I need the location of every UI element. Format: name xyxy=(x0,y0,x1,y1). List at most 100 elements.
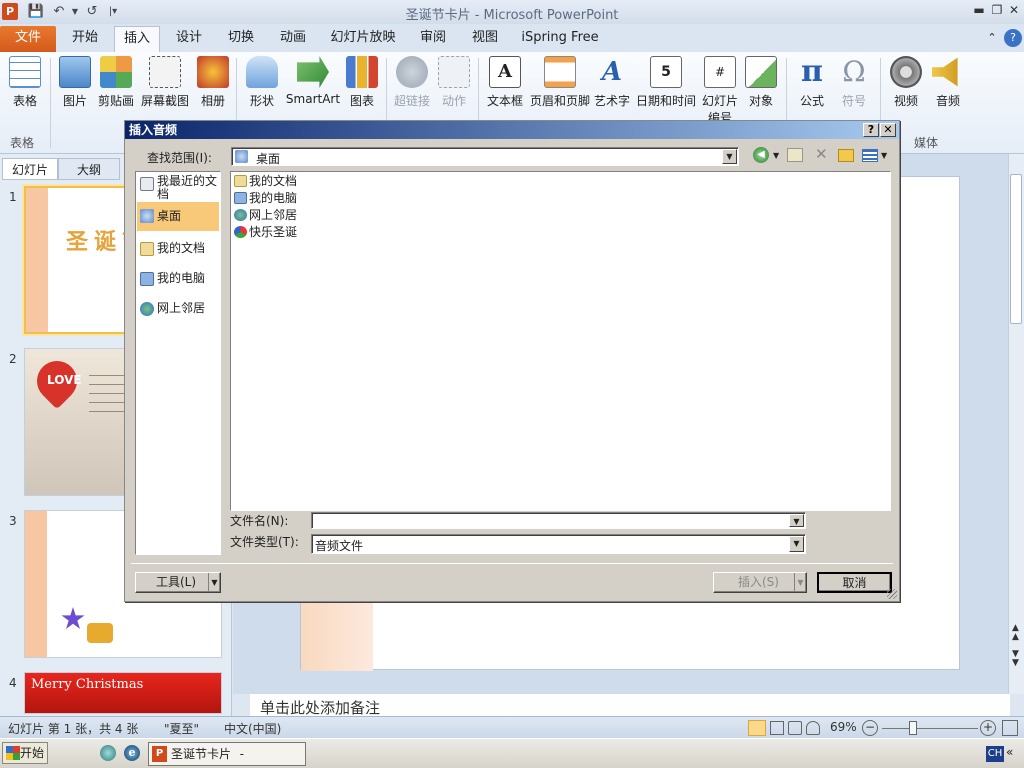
slide-number-button[interactable]: # 幻灯片编号 xyxy=(700,56,740,120)
dialog-title-bar: 插入音频 xyxy=(125,121,899,139)
chevron-down-icon[interactable]: ▼ xyxy=(789,514,804,527)
picture-button[interactable]: 图片 xyxy=(56,56,94,109)
ie-icon[interactable]: e xyxy=(124,745,140,761)
screenshot-button[interactable]: 屏幕截图 xyxy=(138,56,192,109)
zoom-in-icon[interactable]: + xyxy=(980,720,996,736)
language-indicator[interactable]: 中文(中国) xyxy=(224,720,281,737)
dialog-close-icon[interactable]: ✕ xyxy=(880,123,896,137)
views-icon[interactable] xyxy=(862,149,878,162)
place-my-documents[interactable]: 我的文档 xyxy=(137,240,219,256)
slide-thumbnail-4[interactable]: Merry Christmas xyxy=(24,672,222,714)
video-button[interactable]: 视频 xyxy=(886,56,926,109)
tray-expand-icon[interactable]: « xyxy=(1006,745,1013,759)
new-folder-icon[interactable] xyxy=(838,149,854,162)
minimize-icon[interactable]: ▬ xyxy=(970,2,988,18)
filename-input[interactable]: ▼ xyxy=(311,512,806,529)
tab-slideshow[interactable]: 幻灯片放映 xyxy=(322,26,404,52)
help-icon[interactable]: ? xyxy=(1004,29,1022,47)
table-button[interactable]: 表格 xyxy=(4,56,46,109)
place-recent[interactable]: 我最近的文档 xyxy=(137,175,219,201)
restore-icon[interactable]: ❐ xyxy=(988,2,1006,18)
smartart-button[interactable]: SmartArt xyxy=(284,56,342,106)
wordart-button[interactable]: A 艺术字 xyxy=(592,56,632,109)
network-icon xyxy=(234,209,247,221)
desktop-icon xyxy=(235,150,248,163)
resize-grip-icon[interactable] xyxy=(887,589,897,599)
tab-animations[interactable]: 动画 xyxy=(270,26,316,52)
header-footer-button[interactable]: 页眉和页脚 xyxy=(528,56,592,109)
collapse-ribbon-icon[interactable]: ⌃ xyxy=(984,26,1000,52)
reading-view-icon[interactable] xyxy=(788,721,802,735)
tab-file[interactable]: 文件 xyxy=(0,26,56,52)
place-my-computer[interactable]: 我的电脑 xyxy=(137,270,219,286)
photo-album-button[interactable]: 相册 xyxy=(194,56,232,109)
zoom-slider-thumb[interactable] xyxy=(909,721,918,735)
hyperlink-button[interactable]: 超链接 xyxy=(390,56,434,109)
tab-outline[interactable]: 大纲 xyxy=(58,158,120,180)
slideshow-icon[interactable] xyxy=(806,721,820,735)
fit-to-window-icon[interactable] xyxy=(1002,720,1018,736)
place-network[interactable]: 网上邻居 xyxy=(137,300,219,316)
lookin-combo[interactable]: 桌面 ▼ xyxy=(231,147,739,166)
tab-slides[interactable]: 幻灯片 xyxy=(2,158,58,180)
chevron-down-icon[interactable]: ▼ xyxy=(789,536,804,552)
equation-button[interactable]: π 公式 xyxy=(792,56,832,109)
object-button[interactable]: 对象 xyxy=(742,56,780,109)
textbox-button[interactable]: A 文本框 xyxy=(484,56,526,109)
hyperlink-icon xyxy=(396,56,428,88)
tab-view[interactable]: 视图 xyxy=(462,26,508,52)
tab-review[interactable]: 审阅 xyxy=(410,26,456,52)
file-item-my-computer[interactable]: 我的电脑 xyxy=(233,190,297,206)
theme-name[interactable]: "夏至" xyxy=(164,720,199,737)
back-icon[interactable]: ◀ xyxy=(753,147,769,163)
notes-pane[interactable]: 单击此处添加备注 xyxy=(250,694,1010,716)
close-icon[interactable]: ✕ xyxy=(1005,2,1023,18)
ime-indicator[interactable]: CH xyxy=(986,746,1004,762)
tab-insert[interactable]: 插入 xyxy=(114,26,160,52)
tab-ispring[interactable]: iSpring Free xyxy=(514,26,606,52)
symbol-button[interactable]: Ω 符号 xyxy=(834,56,874,109)
next-slide-icon[interactable]: ▼ ▼ xyxy=(1012,650,1019,668)
slide-sorter-icon[interactable] xyxy=(770,721,784,735)
chart-button[interactable]: 图表 xyxy=(344,56,380,109)
delete-icon[interactable]: ✕ xyxy=(815,145,828,163)
insert-button[interactable]: 插入(S) ▼ xyxy=(713,572,807,593)
zoom-slider-track[interactable] xyxy=(882,728,978,729)
taskbar-powerpoint-item[interactable]: P 圣诞节卡片 - Micros... xyxy=(148,742,306,766)
vertical-scrollbar[interactable]: ▲ ▲ ▼ ▼ xyxy=(1008,154,1024,694)
normal-view-icon[interactable] xyxy=(748,720,766,736)
cancel-button[interactable]: 取消 xyxy=(817,572,892,593)
prev-slide-icon[interactable]: ▲ ▲ xyxy=(1012,624,1019,642)
object-icon xyxy=(745,56,777,88)
tab-design[interactable]: 设计 xyxy=(166,26,212,52)
action-button[interactable]: 动作 xyxy=(436,56,472,109)
recent-documents-icon xyxy=(140,177,154,191)
tab-home[interactable]: 开始 xyxy=(60,26,110,52)
photo-album-icon xyxy=(197,56,229,88)
help-icon[interactable]: ? xyxy=(863,123,879,137)
file-item-network[interactable]: 网上邻居 xyxy=(233,207,297,223)
tools-button[interactable]: 工具(L) ▼ xyxy=(135,572,221,593)
tools-dropdown-icon[interactable]: ▼ xyxy=(208,573,220,592)
slide4-title: Merry Christmas xyxy=(31,677,144,692)
date-time-button[interactable]: 5 日期和时间 xyxy=(634,56,698,109)
file-item-happy-christmas[interactable]: 快乐圣诞 xyxy=(233,224,297,240)
speaker-icon xyxy=(932,57,958,87)
scroll-thumb[interactable] xyxy=(1010,174,1022,324)
zoom-out-icon[interactable]: − xyxy=(862,720,878,736)
views-dropdown-icon[interactable]: ▼ xyxy=(881,151,887,160)
file-item-my-documents[interactable]: 我的文档 xyxy=(233,173,297,189)
audio-button[interactable]: 音频 xyxy=(928,56,968,109)
shapes-button[interactable]: 形状 xyxy=(242,56,282,109)
zoom-level[interactable]: 69% xyxy=(830,720,857,734)
chevron-down-icon[interactable]: ▼ xyxy=(722,149,737,164)
start-button[interactable]: 开始 xyxy=(2,742,48,764)
clipart-button[interactable]: 剪贴画 xyxy=(96,56,136,109)
insert-dropdown-icon[interactable]: ▼ xyxy=(794,573,806,592)
back-dropdown-icon[interactable]: ▼ xyxy=(773,151,779,160)
tab-transitions[interactable]: 切换 xyxy=(218,26,264,52)
place-desktop[interactable]: 桌面 xyxy=(137,202,219,231)
filetype-select[interactable]: 音频文件 ▼ xyxy=(311,534,806,554)
desktop-quicklaunch-icon[interactable] xyxy=(100,745,116,761)
up-folder-icon[interactable] xyxy=(787,148,803,162)
